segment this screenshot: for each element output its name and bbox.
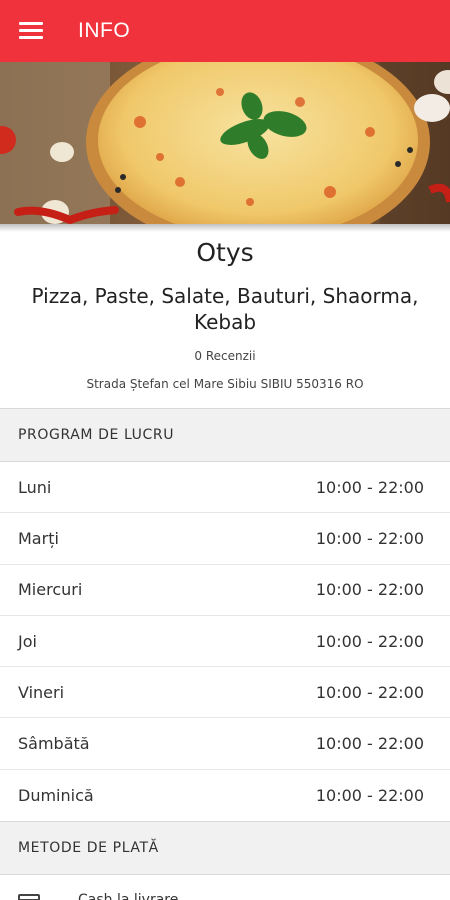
day-label: Joi	[18, 631, 37, 651]
hamburger-menu-button[interactable]	[0, 0, 62, 62]
schedule-row: Joi 10:00 - 22:00	[0, 616, 450, 668]
day-label: Vineri	[18, 682, 65, 702]
schedule-row: Sâmbătă 10:00 - 22:00	[0, 718, 450, 770]
day-hours: 10:00 - 22:00	[315, 785, 424, 805]
restaurant-banner-image	[0, 62, 450, 224]
day-hours: 10:00 - 22:00	[315, 734, 424, 754]
restaurant-address: Strada Ștefan cel Mare Sibiu SIBIU 55031…	[86, 377, 364, 391]
day-hours: 10:00 - 22:00	[315, 631, 424, 651]
credit-card-icon	[18, 894, 40, 900]
day-label: Duminică	[18, 785, 94, 805]
schedule-row: Marți 10:00 - 22:00	[0, 513, 450, 565]
day-label: Luni	[18, 477, 52, 497]
schedule-list: Luni 10:00 - 22:00 Marți 10:00 - 22:00 M…	[0, 462, 450, 821]
day-label: Miercuri	[18, 580, 83, 600]
schedule-row: Duminică 10:00 - 22:00	[0, 770, 450, 821]
payment-section-header: METODE DE PLATĂ	[0, 821, 450, 875]
restaurant-cuisine: Pizza, Paste, Salate, Bauturi, Shaorma, …	[31, 284, 419, 334]
day-hours: 10:00 - 22:00	[315, 528, 424, 548]
payment-method-label: Cash la livrare	[78, 892, 179, 900]
payment-method-row: Cash la livrare	[0, 874, 450, 900]
reviews-count[interactable]: 0 Recenzii	[0, 349, 450, 363]
banner-shadow	[0, 224, 450, 232]
day-label: Sâmbătă	[18, 734, 90, 754]
schedule-row: Luni 10:00 - 22:00	[0, 462, 450, 514]
restaurant-name: Otys	[196, 238, 254, 267]
schedule-row: Miercuri 10:00 - 22:00	[0, 565, 450, 616]
day-hours: 10:00 - 22:00	[315, 682, 424, 702]
schedule-row: Vineri 10:00 - 22:00	[0, 667, 450, 719]
day-hours: 10:00 - 22:00	[315, 580, 424, 600]
restaurant-info: Otys Pizza, Paste, Salate, Bauturi, Shao…	[0, 232, 450, 391]
app-bar: INFO	[0, 0, 450, 62]
hamburger-menu-icon	[19, 22, 43, 40]
day-hours: 10:00 - 22:00	[315, 477, 424, 497]
day-label: Marți	[18, 528, 59, 548]
page-title: INFO	[78, 19, 131, 42]
schedule-section-header: PROGRAM DE LUCRU	[0, 408, 450, 462]
